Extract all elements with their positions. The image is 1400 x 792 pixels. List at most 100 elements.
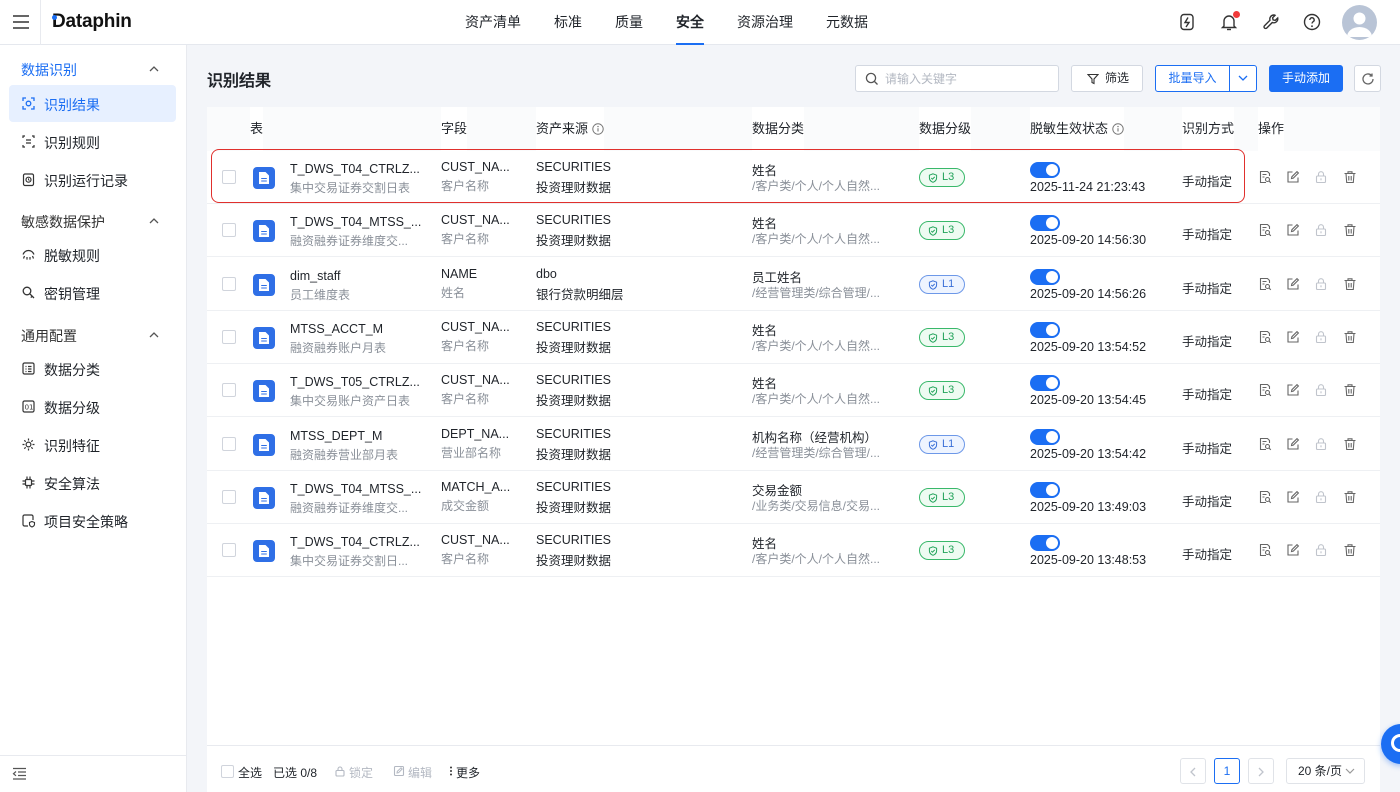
delete-icon[interactable] — [1343, 437, 1357, 451]
select-all-label[interactable]: 全选 — [238, 764, 262, 781]
next-page-button[interactable] — [1248, 758, 1274, 784]
assistant-float-button[interactable] — [1381, 724, 1400, 764]
info-icon[interactable] — [1112, 123, 1124, 135]
select-all-checkbox[interactable] — [221, 765, 234, 778]
sidebar-group-0[interactable]: 数据识别 — [0, 50, 187, 86]
edit-button[interactable]: 编辑 — [408, 764, 432, 781]
search-box[interactable] — [855, 65, 1059, 92]
filter-button[interactable]: 筛选 — [1071, 65, 1143, 92]
table-name[interactable]: MTSS_DEPT_M — [290, 429, 382, 443]
mask-toggle[interactable] — [1030, 162, 1060, 178]
user-avatar[interactable] — [1342, 5, 1377, 40]
table-name[interactable]: dim_staff — [290, 269, 341, 283]
edit-icon[interactable] — [1286, 490, 1300, 504]
mask-toggle[interactable] — [1030, 535, 1060, 552]
view-detail-icon[interactable] — [1258, 383, 1272, 397]
lock-icon[interactable] — [1314, 170, 1328, 184]
batch-import-button[interactable]: 批量导入 — [1155, 65, 1230, 92]
mask-toggle[interactable] — [1030, 268, 1060, 285]
sidebar-item-2-1[interactable]: 01 数据分级 — [9, 388, 176, 425]
table-row[interactable]: dim_staff 员工维度表 NAME 姓名 dbo 银行贷款明细层 员工姓名/经营管理类… — [207, 258, 1380, 311]
mask-toggle[interactable] — [1030, 481, 1060, 498]
view-detail-icon[interactable] — [1258, 437, 1272, 451]
table-name[interactable]: MTSS_ACCT_M — [290, 322, 383, 336]
app-logo[interactable]: Dataphin — [52, 11, 132, 33]
delete-icon[interactable] — [1343, 223, 1357, 237]
mask-toggle[interactable] — [1030, 428, 1060, 445]
lock-button[interactable]: 锁定 — [349, 764, 373, 781]
table-name[interactable]: T_DWS_T04_CTRLZ... — [290, 162, 420, 176]
edit-icon[interactable] — [1286, 170, 1300, 184]
sidebar-group-2[interactable]: 通用配置 — [0, 316, 187, 352]
lock-icon[interactable] — [1314, 223, 1328, 237]
flash-icon[interactable] — [1177, 12, 1197, 32]
collapse-sidebar-icon[interactable] — [12, 766, 27, 781]
table-row[interactable]: T_DWS_T05_CTRLZ... 集中交易账户资产日表 CUST_NA... 客户… — [207, 364, 1380, 418]
edit-icon[interactable] — [1286, 383, 1300, 397]
view-detail-icon[interactable] — [1258, 170, 1272, 184]
table-name[interactable]: T_DWS_T05_CTRLZ... — [290, 375, 420, 389]
lock-icon[interactable] — [1314, 277, 1328, 291]
table-name[interactable]: T_DWS_T04_MTSS_... — [290, 482, 421, 496]
page-size-select[interactable]: 20 条/页 — [1286, 758, 1365, 784]
view-detail-icon[interactable] — [1258, 330, 1272, 344]
more-button[interactable]: 更多 — [456, 764, 480, 781]
row-checkbox[interactable] — [222, 383, 236, 398]
sidebar-group-1[interactable]: 敏感数据保护 — [0, 202, 187, 238]
sidebar-item-0-2[interactable]: 识别运行记录 — [9, 161, 176, 198]
tab-2[interactable]: 质量 — [605, 0, 653, 45]
tab-4[interactable]: 资源治理 — [727, 0, 803, 45]
row-checkbox[interactable] — [222, 223, 236, 238]
sidebar-item-2-4[interactable]: 项目安全策略 — [9, 502, 176, 539]
edit-icon[interactable] — [1286, 330, 1300, 344]
menu-icon[interactable] — [10, 11, 32, 33]
row-checkbox[interactable] — [222, 489, 236, 504]
lock-icon[interactable] — [1314, 490, 1328, 504]
table-name[interactable]: T_DWS_T04_CTRLZ... — [290, 535, 420, 549]
sidebar-item-1-1[interactable]: 密钥管理 — [9, 274, 176, 311]
view-detail-icon[interactable] — [1258, 277, 1272, 291]
lock-icon[interactable] — [1314, 437, 1328, 451]
table-row[interactable]: T_DWS_T04_CTRLZ... 集中交易证券交割日表 CUST_NA... 客户… — [207, 151, 1380, 204]
edit-icon[interactable] — [1286, 277, 1300, 291]
row-checkbox[interactable] — [222, 436, 236, 451]
mask-toggle[interactable] — [1030, 375, 1060, 392]
refresh-button[interactable] — [1354, 65, 1381, 92]
page-1-button[interactable]: 1 — [1214, 758, 1240, 784]
table-row[interactable]: T_DWS_T04_MTSS_... 融资融券证券维度交... MATCH_A...… — [207, 471, 1380, 524]
row-checkbox[interactable] — [222, 276, 236, 291]
delete-icon[interactable] — [1343, 490, 1357, 504]
sidebar-item-0-1[interactable]: 识别规则 — [9, 123, 176, 160]
view-detail-icon[interactable] — [1258, 543, 1272, 557]
tab-3[interactable]: 安全 — [666, 0, 714, 45]
batch-import-dropdown[interactable] — [1229, 65, 1257, 92]
wrench-icon[interactable] — [1261, 12, 1281, 32]
table-row[interactable]: MTSS_ACCT_M 融资融券账户月表 CUST_NA... 客户名称 SECURIT… — [207, 311, 1380, 364]
lock-icon[interactable] — [1314, 383, 1328, 397]
view-detail-icon[interactable] — [1258, 223, 1272, 237]
info-icon[interactable] — [592, 123, 604, 135]
tab-5[interactable]: 元数据 — [816, 0, 878, 45]
delete-icon[interactable] — [1343, 330, 1357, 344]
table-row[interactable]: T_DWS_T04_CTRLZ... 集中交易证券交割日... CUST_NA...… — [207, 524, 1380, 578]
row-checkbox[interactable] — [222, 543, 236, 558]
table-name[interactable]: T_DWS_T04_MTSS_... — [290, 215, 421, 229]
sidebar-item-2-3[interactable]: 安全算法 — [9, 464, 176, 501]
sidebar-item-2-2[interactable]: 识别特征 — [9, 426, 176, 463]
lock-icon[interactable] — [1314, 330, 1328, 344]
delete-icon[interactable] — [1343, 170, 1357, 184]
sidebar-item-0-0[interactable]: 识别结果 — [9, 85, 176, 122]
tab-1[interactable]: 标准 — [544, 0, 592, 45]
mask-toggle[interactable] — [1030, 215, 1060, 232]
delete-icon[interactable] — [1343, 383, 1357, 397]
lock-icon[interactable] — [1314, 543, 1328, 557]
manual-add-button[interactable]: 手动添加 — [1269, 65, 1343, 92]
delete-icon[interactable] — [1343, 543, 1357, 557]
edit-icon[interactable] — [1286, 437, 1300, 451]
sidebar-item-1-0[interactable]: 脱敏规则 — [9, 236, 176, 273]
delete-icon[interactable] — [1343, 277, 1357, 291]
table-row[interactable]: MTSS_DEPT_M 融资融券营业部月表 DEPT_NA... 营业部名称 SECUR… — [207, 418, 1380, 471]
view-detail-icon[interactable] — [1258, 490, 1272, 504]
row-checkbox[interactable] — [222, 329, 236, 344]
row-checkbox[interactable] — [222, 170, 236, 184]
